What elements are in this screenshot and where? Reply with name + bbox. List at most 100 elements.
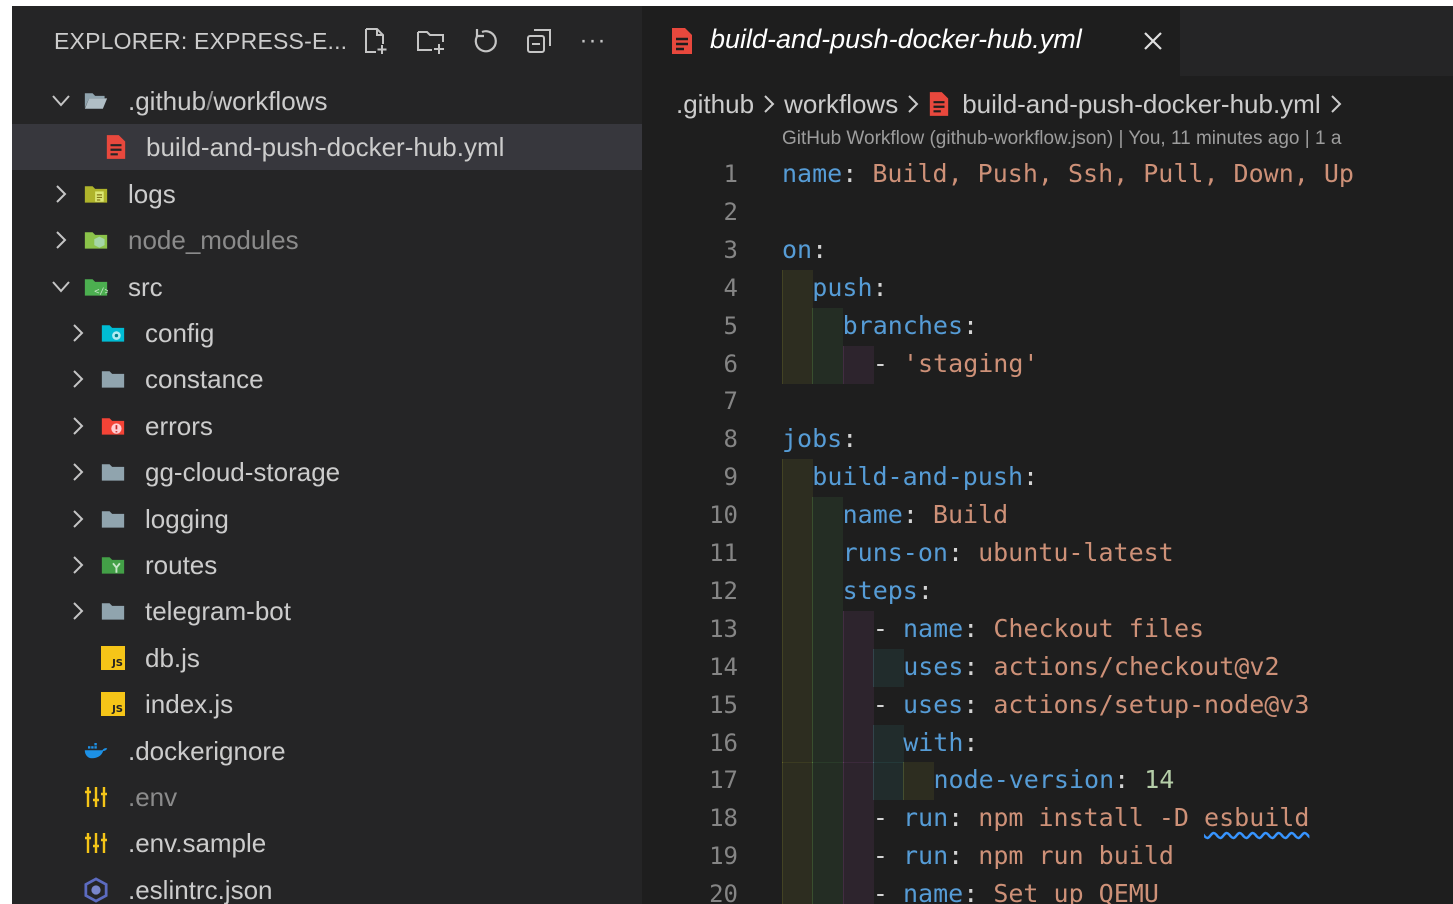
chevron-right-icon <box>763 94 775 114</box>
line-number: 17 <box>709 766 738 795</box>
yaml-punct: - <box>872 689 903 719</box>
tree-item-eslintrc[interactable]: .eslintrc.json <box>12 867 642 904</box>
chevron-right-icon[interactable] <box>67 508 89 530</box>
new-folder-icon[interactable] <box>412 22 450 60</box>
line-number: 5 <box>723 311 738 340</box>
svg-text:</>: </> <box>94 286 108 296</box>
code-line[interactable]: 19 - run: npm run build <box>642 838 1453 877</box>
code-line[interactable]: 17 node-version: 14 <box>642 762 1453 801</box>
close-icon[interactable] <box>1138 26 1168 56</box>
indent-guide <box>812 307 844 346</box>
folder-icon <box>101 367 125 391</box>
tree-item-telegram-bot[interactable]: telegram-bot <box>12 588 642 634</box>
code-line[interactable]: 15 - uses: actions/setup-node@v3 <box>642 686 1453 725</box>
collapse-all-icon[interactable] <box>520 22 558 60</box>
tree-item-github[interactable]: .github/workflows <box>12 78 642 124</box>
line-number: 3 <box>723 235 738 264</box>
chevron-right-icon[interactable] <box>67 415 89 437</box>
breadcrumb-file[interactable]: build-and-push-docker-hub.yml <box>962 89 1320 120</box>
indent-guide <box>782 345 813 384</box>
yaml-punct: : <box>963 310 979 340</box>
code-line[interactable]: 7 <box>642 383 1453 421</box>
breadcrumb-workflows[interactable]: workflows <box>784 89 898 120</box>
tree-item-logs[interactable]: logs <box>12 171 642 217</box>
chevron-right-icon[interactable] <box>50 229 72 251</box>
code-text: build-and-push: <box>812 462 1038 491</box>
tree-item-gg-cloud-storage[interactable]: gg-cloud-storage <box>12 449 642 495</box>
more-icon[interactable]: ··· <box>574 22 612 60</box>
code-editor[interactable]: 1 name: Build, Push, Ssh, Pull, Down, Up 2… <box>642 156 1453 904</box>
tree-item-src[interactable]: </> src <box>12 264 642 310</box>
code-line[interactable]: 3 on: <box>642 232 1453 270</box>
folder-errors-icon <box>101 414 125 438</box>
indent-guide <box>842 724 874 763</box>
code-line[interactable]: 10 name: Build <box>642 497 1453 536</box>
code-line[interactable]: 6 - 'staging' <box>642 345 1453 384</box>
code-line[interactable]: 4 push: <box>642 269 1453 308</box>
tree-item-errors[interactable]: errors <box>12 403 642 449</box>
tree-item-routes[interactable]: routes <box>12 542 642 588</box>
chevron-right-icon[interactable] <box>67 600 89 622</box>
tree-item-label: telegram-bot <box>145 596 291 627</box>
refresh-icon[interactable] <box>466 22 504 60</box>
code-line[interactable]: 12 steps: <box>642 572 1453 611</box>
tree-item-logging[interactable]: logging <box>12 496 642 542</box>
tab-bar: build-and-push-docker-hub.yml <box>642 6 1453 76</box>
code-line[interactable]: 14 uses: actions/checkout@v2 <box>642 648 1453 687</box>
tree-item-envsample[interactable]: .env.sample <box>12 820 642 866</box>
breadcrumb-github[interactable]: .github <box>676 89 754 120</box>
code-line[interactable]: 5 branches: <box>642 307 1453 346</box>
yaml-number: 14 <box>1144 765 1175 795</box>
js-badge-text: JS <box>112 704 123 716</box>
code-line[interactable]: 11 runs-on: ubuntu-latest <box>642 535 1453 573</box>
code-line[interactable]: 18 - run: npm install -D esbuild <box>642 800 1453 839</box>
code-line[interactable]: 8 jobs: <box>642 421 1453 459</box>
code-line[interactable]: 16 with: <box>642 724 1453 763</box>
tree-item-config[interactable]: config <box>12 310 642 356</box>
chevron-down-icon[interactable] <box>50 90 72 112</box>
explorer-panel: EXPLORER: EXPRESS-E... ··· .github/workf… <box>12 6 642 904</box>
tab-build-and-push-docker-hub[interactable]: build-and-push-docker-hub.yml <box>642 6 1180 76</box>
yaml-string: Set up QEMU <box>993 879 1159 904</box>
indent-guide <box>842 762 874 801</box>
js-file-icon: JS <box>101 692 125 717</box>
yaml-punct: : <box>963 879 994 904</box>
indent-guide <box>842 345 874 384</box>
yaml-key: with <box>903 727 964 757</box>
chevron-right-icon[interactable] <box>50 183 72 205</box>
tree-item-constance[interactable]: constance <box>12 356 642 402</box>
indent-guide <box>782 838 813 877</box>
yaml-punct: : <box>842 424 858 454</box>
line-number: 6 <box>723 349 738 378</box>
codelens-info[interactable]: GitHub Workflow (github-workflow.json) |… <box>782 128 1341 150</box>
line-number: 15 <box>709 690 738 719</box>
chevron-down-icon[interactable] <box>50 276 72 298</box>
yaml-string: 'staging' <box>903 348 1039 378</box>
tree-item-dockerignore[interactable]: .dockerignore <box>12 728 642 774</box>
yaml-key: run <box>903 841 949 871</box>
code-line[interactable]: 1 name: Build, Push, Ssh, Pull, Down, Up <box>642 156 1453 194</box>
chevron-right-icon[interactable] <box>67 461 89 483</box>
tree-item-node_modules[interactable]: node_modules <box>12 217 642 263</box>
yaml-punct: : <box>948 803 979 833</box>
chevron-right-icon[interactable] <box>67 322 89 344</box>
new-file-icon[interactable] <box>356 22 394 60</box>
line-number: 20 <box>709 880 738 904</box>
yaml-key: steps <box>842 575 918 605</box>
code-line[interactable]: 20 - name: Set up QEMU <box>642 876 1453 904</box>
line-number: 12 <box>709 576 738 605</box>
code-line[interactable]: 9 build-and-push: <box>642 459 1453 498</box>
tree-item-yml[interactable]: build-and-push-docker-hub.yml <box>12 124 642 171</box>
tree-item-env[interactable]: .env <box>12 774 642 820</box>
tree-item-label: logs <box>128 178 176 209</box>
code-line[interactable]: 2 <box>642 194 1453 232</box>
chevron-right-icon[interactable] <box>67 368 89 390</box>
yaml-key: uses <box>903 689 964 719</box>
breadcrumb: .github workflows build-and-push-docker-… <box>676 84 1351 124</box>
line-number: 9 <box>723 463 738 492</box>
indent-guide <box>812 572 844 611</box>
tree-item-index[interactable]: JS index.js <box>12 681 642 727</box>
chevron-right-icon[interactable] <box>67 554 89 576</box>
code-line[interactable]: 13 - name: Checkout files <box>642 610 1453 649</box>
tree-item-db[interactable]: JS db.js <box>12 635 642 681</box>
